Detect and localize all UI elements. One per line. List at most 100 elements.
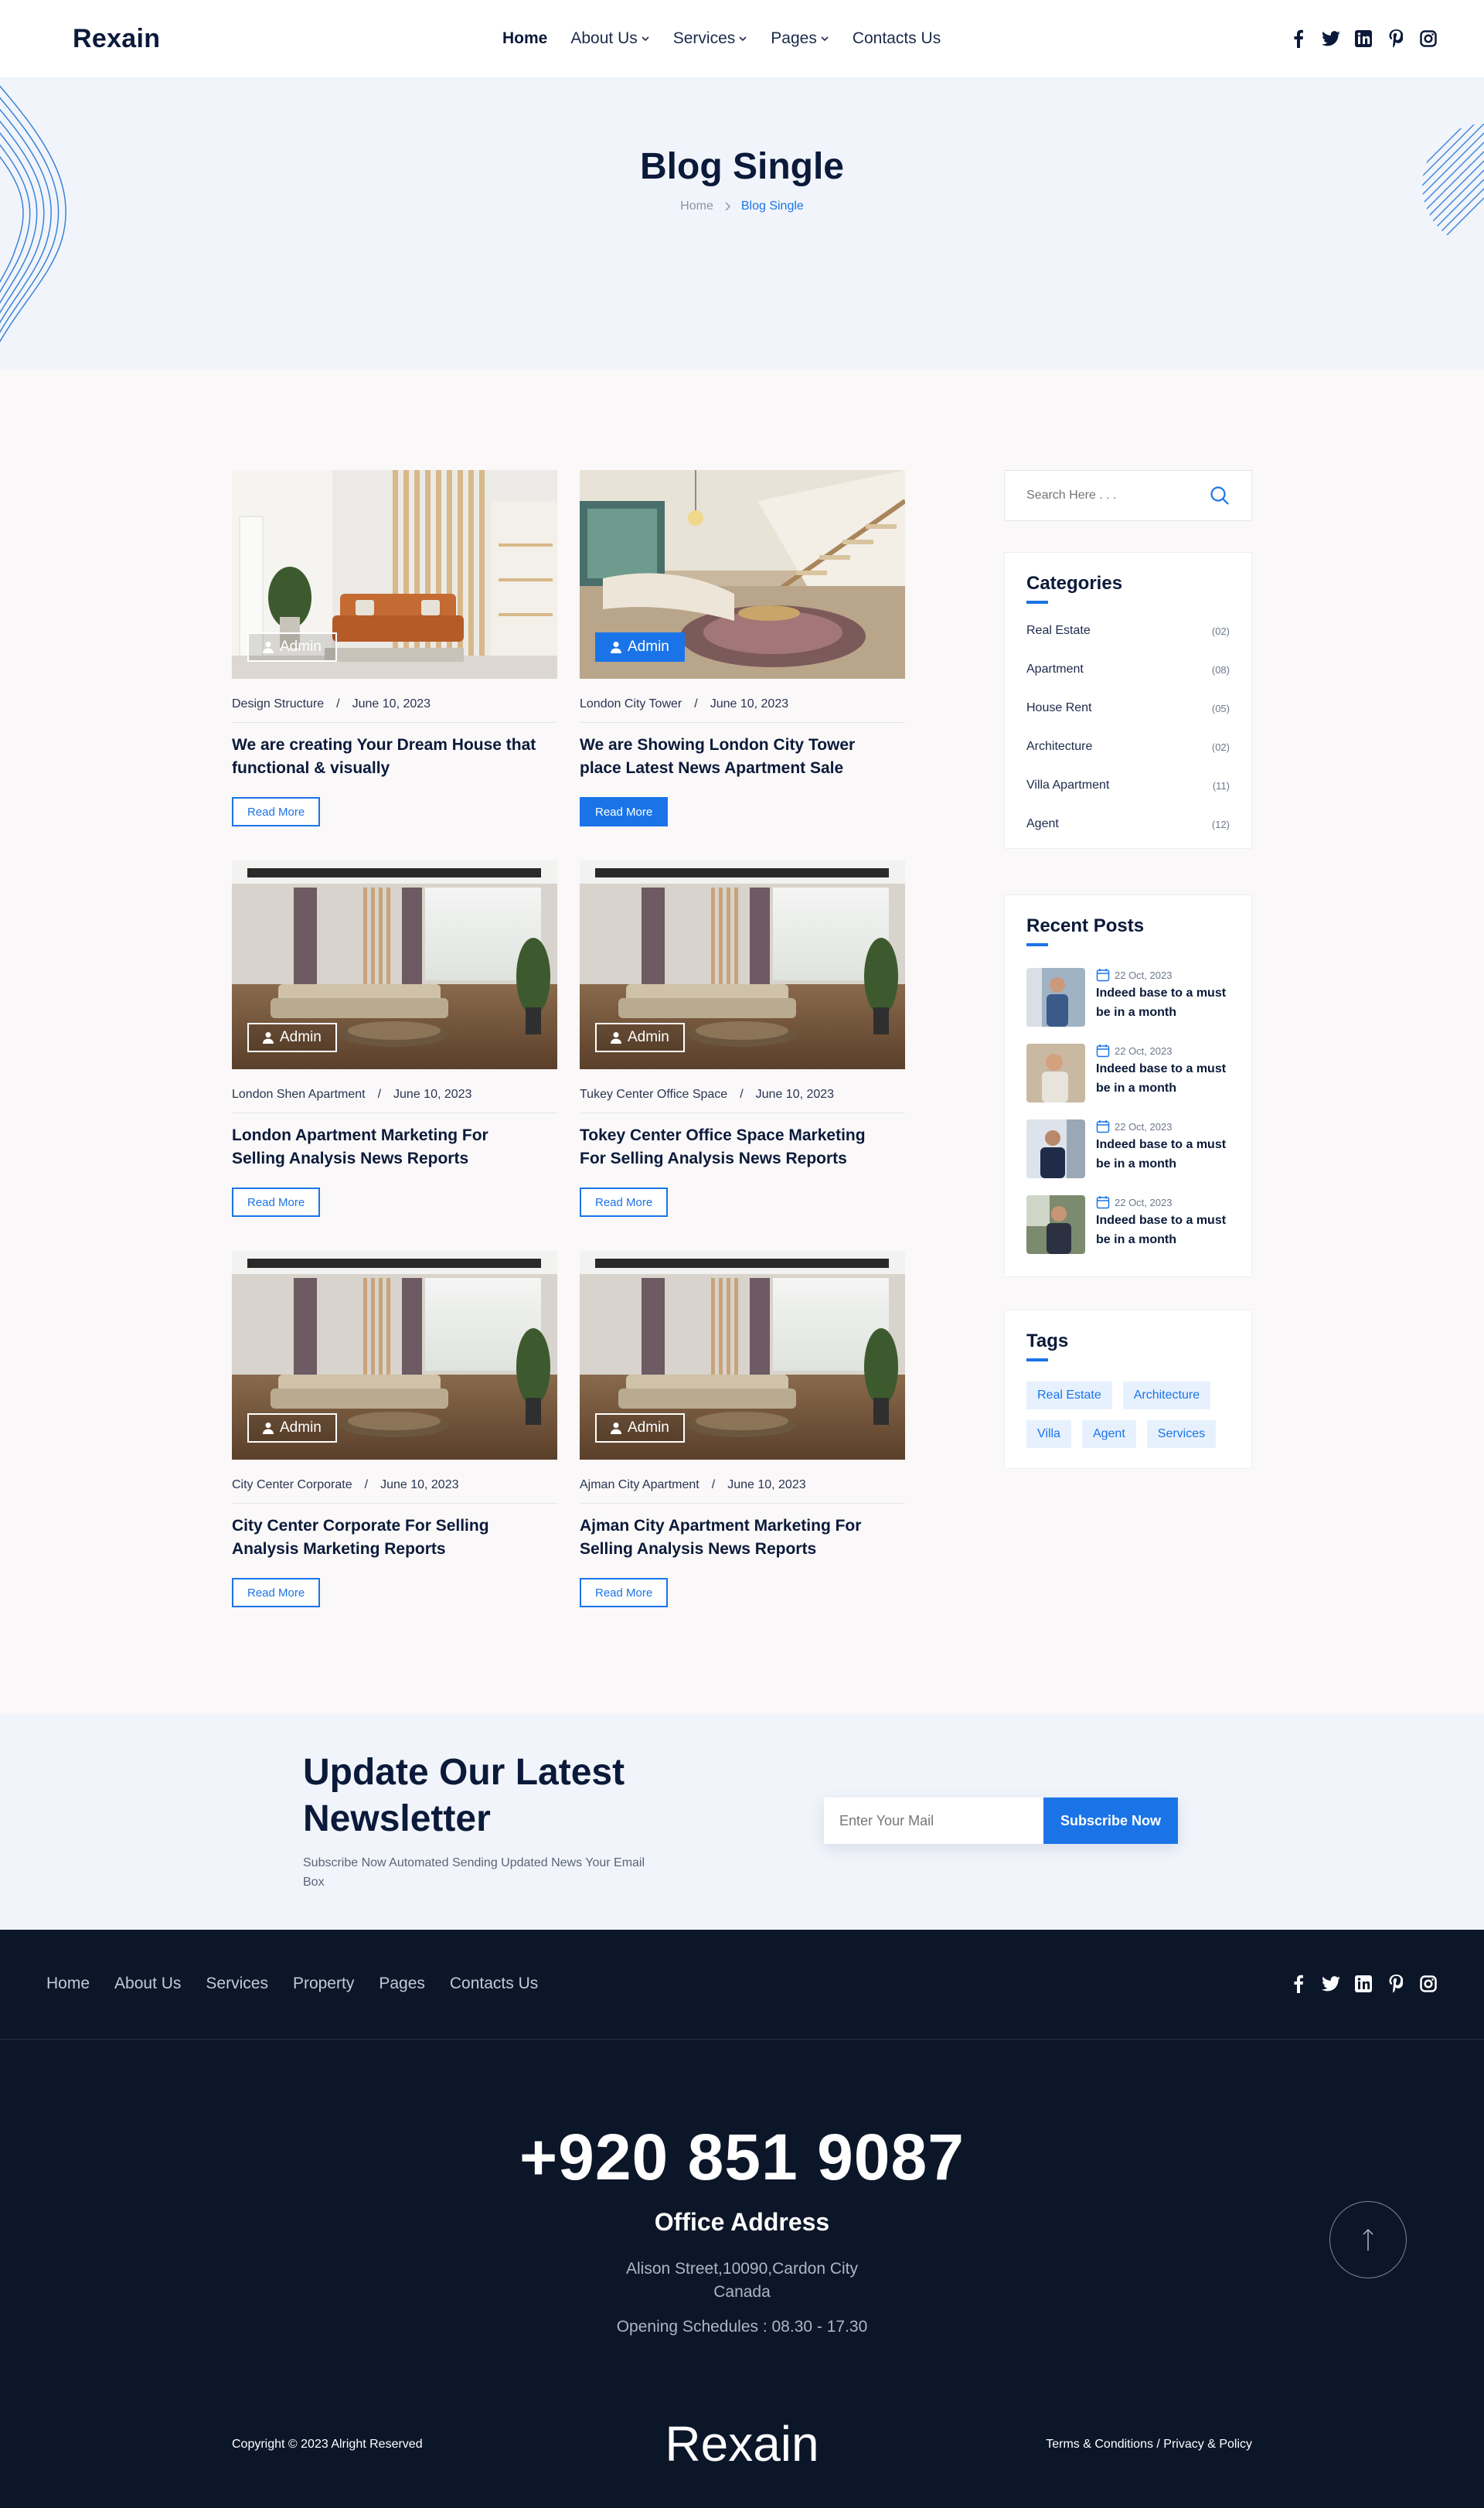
site-footer: +920 851 9087 Office Address Alison Stre… (0, 2039, 1484, 2508)
post-category[interactable]: Tukey Center Office Space (580, 1088, 727, 1102)
breadcrumb-home[interactable]: Home (680, 199, 713, 213)
terms-privacy-link[interactable]: Terms & Conditions / Privacy & Policy (1046, 2438, 1252, 2452)
footer-link-contacts-us[interactable]: Contacts Us (450, 1975, 538, 1993)
nav-pages[interactable]: Pages (771, 29, 829, 48)
tag-agent[interactable]: Agent (1081, 1420, 1136, 1448)
post-category[interactable]: Design Structure (232, 697, 324, 711)
post-title[interactable]: We are Showing London City Tower place L… (580, 734, 889, 780)
post-date: June 10, 2023 (727, 1478, 806, 1491)
search-icon[interactable] (1210, 486, 1230, 506)
read-more-button[interactable]: Read More (580, 1188, 669, 1217)
categories-widget: Categories Real Estate (02) Apartment (08)… (1004, 552, 1252, 849)
footer-link-property[interactable]: Property (293, 1975, 354, 1993)
blog-card: Admin Design Structure / June 10, 2023 We … (232, 470, 557, 826)
email-field[interactable] (824, 1798, 1043, 1844)
category-name: Villa Apartment (1026, 779, 1110, 792)
blog-card: Admin London Shen Apartment / June 10, 202… (232, 860, 557, 1217)
post-category[interactable]: London City Tower (580, 697, 682, 711)
category-item[interactable]: Architecture (02) (1026, 728, 1230, 766)
footer-link-about-us[interactable]: About Us (114, 1975, 181, 1993)
blog-content: Admin Design Structure / June 10, 2023 We … (0, 370, 1484, 1714)
post-image[interactable]: Admin (580, 1251, 905, 1460)
category-count: (02) (1211, 625, 1230, 637)
category-item[interactable]: House Rent (05) (1026, 689, 1230, 728)
recent-post-item[interactable]: 22 Oct, 2023 Indeed base to a must be in… (1026, 1195, 1230, 1254)
footer-logo[interactable]: Rexain (0, 2415, 1484, 2472)
recent-post-item[interactable]: 22 Oct, 2023 Indeed base to a must be in… (1026, 968, 1230, 1027)
category-item[interactable]: Apartment (08) (1026, 650, 1230, 689)
linkedin-icon[interactable] (1354, 1973, 1373, 1995)
read-more-button[interactable]: Read More (232, 797, 321, 826)
post-image[interactable]: Admin (232, 860, 557, 1069)
twitter-icon[interactable] (1322, 1973, 1340, 1995)
category-item[interactable]: Real Estate (02) (1026, 612, 1230, 650)
category-name: Agent (1026, 817, 1059, 830)
post-meta: City Center Corporate / June 10, 2023 (232, 1478, 557, 1504)
read-more-button[interactable]: Read More (580, 1578, 669, 1607)
twitter-icon[interactable] (1322, 28, 1340, 49)
tag-services[interactable]: Services (1146, 1420, 1217, 1448)
nav-services-label: Services (672, 29, 736, 47)
recent-post-thumbnail (1026, 1195, 1085, 1254)
post-image[interactable]: Admin (232, 1251, 557, 1460)
nav-about-us[interactable]: About Us (570, 29, 649, 48)
author-badge[interactable]: Admin (595, 1023, 685, 1052)
wave-lines-decoration (0, 85, 66, 343)
post-image[interactable]: Admin (580, 470, 905, 679)
footer-link-services[interactable]: Services (206, 1975, 268, 1993)
post-image[interactable]: Admin (580, 860, 905, 1069)
author-badge[interactable]: Admin (247, 632, 337, 662)
site-logo[interactable]: Rexain (73, 24, 160, 54)
post-title[interactable]: City Center Corporate For Selling Analys… (232, 1515, 541, 1561)
nav-contacts-us[interactable]: Contacts Us (853, 29, 941, 48)
subscribe-button[interactable]: Subscribe Now (1043, 1798, 1178, 1844)
linkedin-icon[interactable] (1354, 28, 1373, 49)
author-badge[interactable]: Admin (595, 632, 685, 662)
tag-architecture[interactable]: Architecture (1122, 1382, 1211, 1409)
post-title[interactable]: We are creating Your Dream House that fu… (232, 734, 541, 780)
post-title[interactable]: Ajman City Apartment Marketing For Selli… (580, 1515, 889, 1561)
author-badge[interactable]: Admin (595, 1413, 685, 1443)
instagram-icon[interactable] (1419, 1973, 1438, 1995)
facebook-icon[interactable] (1289, 28, 1308, 49)
author-badge[interactable]: Admin (247, 1413, 337, 1443)
pinterest-icon[interactable] (1387, 1973, 1405, 1995)
chevron-right-icon (725, 202, 730, 211)
footer-link-home[interactable]: Home (46, 1975, 90, 1993)
facebook-icon[interactable] (1289, 1973, 1308, 1995)
author-badge[interactable]: Admin (247, 1023, 337, 1052)
recent-post-item[interactable]: 22 Oct, 2023 Indeed base to a must be in… (1026, 1044, 1230, 1102)
scroll-to-top-button[interactable] (1329, 2201, 1407, 2278)
calendar-icon (1096, 969, 1110, 982)
instagram-icon[interactable] (1419, 28, 1438, 49)
chevron-down-icon (821, 36, 829, 42)
post-title[interactable]: Tokey Center Office Space Marketing For … (580, 1124, 889, 1171)
main-nav: Home About Us Services Pages Contacts Us (502, 0, 941, 77)
nav-home[interactable]: Home (502, 29, 547, 48)
search-box (1004, 470, 1252, 521)
blog-card: Admin Tukey Center Office Space / June 10,… (580, 860, 905, 1217)
read-more-button[interactable]: Read More (232, 1188, 321, 1217)
read-more-button[interactable]: Read More (232, 1578, 321, 1607)
post-title[interactable]: London Apartment Marketing For Selling A… (232, 1124, 541, 1171)
title-underline (1026, 943, 1048, 946)
search-input[interactable] (1026, 489, 1196, 503)
tags-title: Tags (1026, 1331, 1069, 1351)
chevron-down-icon (739, 36, 747, 42)
tag-real-estate[interactable]: Real Estate (1026, 1382, 1112, 1409)
category-item[interactable]: Agent (12) (1026, 805, 1230, 843)
post-category[interactable]: London Shen Apartment (232, 1088, 366, 1102)
author-name: Admin (628, 1029, 669, 1045)
pinterest-icon[interactable] (1387, 28, 1405, 49)
read-more-button[interactable]: Read More (580, 797, 669, 826)
recent-post-date: 22 Oct, 2023 (1096, 1195, 1230, 1209)
category-item[interactable]: Villa Apartment (11) (1026, 766, 1230, 805)
post-category[interactable]: Ajman City Apartment (580, 1478, 699, 1492)
post-image[interactable]: Admin (232, 470, 557, 679)
phone-number[interactable]: +920 851 9087 (0, 2120, 1484, 2195)
tag-villa[interactable]: Villa (1026, 1420, 1071, 1448)
post-category[interactable]: City Center Corporate (232, 1478, 352, 1492)
footer-link-pages[interactable]: Pages (379, 1975, 425, 1993)
recent-post-item[interactable]: 22 Oct, 2023 Indeed base to a must be in… (1026, 1119, 1230, 1178)
nav-services[interactable]: Services (673, 29, 748, 48)
